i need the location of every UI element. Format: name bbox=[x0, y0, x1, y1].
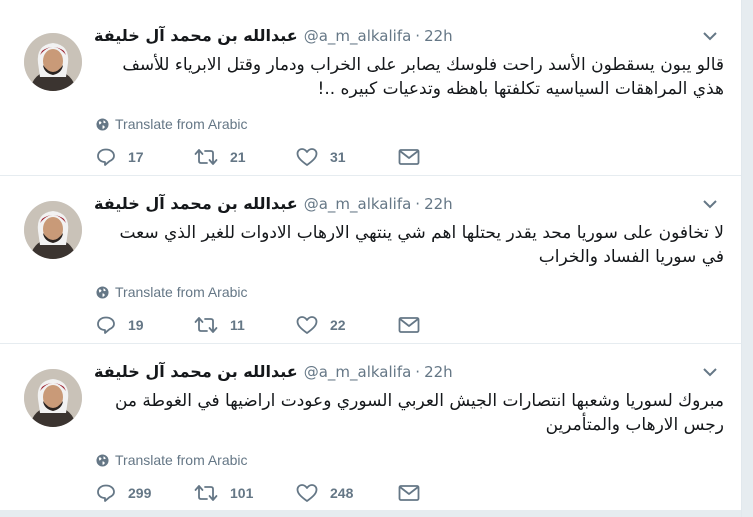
like-button[interactable]: 248 bbox=[296, 481, 353, 505]
retweet-count: 101 bbox=[230, 485, 254, 501]
avatar-image bbox=[24, 33, 82, 91]
author-handle[interactable]: @a_m_alkalifa bbox=[304, 27, 412, 45]
reply-button[interactable]: 299 bbox=[96, 481, 151, 505]
reply-icon bbox=[97, 316, 115, 334]
author-handle[interactable]: @a_m_alkalifa bbox=[304, 363, 412, 381]
globe-icon bbox=[96, 453, 109, 467]
translate-link[interactable]: Translate from Arabic bbox=[96, 451, 248, 469]
like-count: 22 bbox=[330, 317, 346, 333]
envelope-icon bbox=[398, 485, 420, 501]
timestamp[interactable]: 22h bbox=[424, 363, 453, 381]
tweet-header: عبدالله بن محمد آل خليفة @a_m_alkalifa ·… bbox=[94, 26, 453, 48]
retweet-count: 21 bbox=[230, 149, 246, 165]
author-name[interactable]: عبدالله بن محمد آل خليفة bbox=[94, 362, 298, 381]
direct-message-button[interactable] bbox=[398, 145, 432, 169]
tweet[interactable]: عبدالله بن محمد آل خليفة @a_m_alkalifa ·… bbox=[0, 345, 741, 512]
tweet-header: عبدالله بن محمد آل خليفة @a_m_alkalifa ·… bbox=[94, 362, 453, 384]
separator: · bbox=[415, 195, 421, 213]
direct-message-button[interactable] bbox=[398, 481, 432, 505]
reply-icon bbox=[97, 148, 115, 166]
chevron-down-icon[interactable] bbox=[703, 367, 717, 377]
reply-button[interactable]: 19 bbox=[96, 313, 144, 337]
retweet-button[interactable]: 101 bbox=[194, 481, 253, 505]
like-count: 31 bbox=[330, 149, 346, 165]
retweet-button[interactable]: 21 bbox=[194, 145, 246, 169]
chevron-down-icon[interactable] bbox=[703, 199, 717, 209]
retweet-icon bbox=[194, 317, 218, 333]
globe-icon bbox=[96, 117, 109, 131]
tweet[interactable]: عبدالله بن محمد آل خليفة @a_m_alkalifa ·… bbox=[0, 177, 741, 344]
reply-count: 299 bbox=[128, 485, 152, 501]
avatar[interactable] bbox=[24, 201, 82, 259]
timeline-gap bbox=[0, 510, 741, 517]
avatar[interactable] bbox=[24, 369, 82, 427]
heart-icon bbox=[296, 148, 318, 166]
translate-link[interactable]: Translate from Arabic bbox=[96, 283, 248, 301]
envelope-icon bbox=[398, 149, 420, 165]
avatar-image bbox=[24, 369, 82, 427]
tweet[interactable]: عبدالله بن محمد آل خليفة @a_m_alkalifa ·… bbox=[0, 9, 741, 176]
chevron-down-icon[interactable] bbox=[703, 31, 717, 41]
heart-icon bbox=[296, 316, 318, 334]
globe-icon bbox=[96, 285, 109, 299]
tweet-text: مبروك لسوريا وشعبها انتصارات الجيش العرب… bbox=[114, 391, 724, 435]
retweet-icon bbox=[194, 485, 218, 501]
like-button[interactable]: 22 bbox=[296, 313, 346, 337]
translate-label: Translate from Arabic bbox=[115, 116, 248, 132]
heart-icon bbox=[296, 484, 318, 502]
envelope-icon bbox=[398, 317, 420, 333]
tweet-actions: 19 11 22 bbox=[96, 313, 436, 337]
tweet-actions: 299 101 248 bbox=[96, 481, 436, 505]
reply-count: 19 bbox=[128, 317, 144, 333]
translate-link[interactable]: Translate from Arabic bbox=[96, 115, 248, 133]
tweet-actions: 17 21 31 bbox=[96, 145, 436, 169]
separator: · bbox=[415, 363, 421, 381]
retweet-button[interactable]: 11 bbox=[194, 313, 245, 337]
like-button[interactable]: 31 bbox=[296, 145, 346, 169]
timestamp[interactable]: 22h bbox=[424, 27, 453, 45]
tweet-header: عبدالله بن محمد آل خليفة @a_m_alkalifa ·… bbox=[94, 194, 453, 216]
author-handle[interactable]: @a_m_alkalifa bbox=[304, 195, 412, 213]
reply-button[interactable]: 17 bbox=[96, 145, 144, 169]
direct-message-button[interactable] bbox=[398, 313, 432, 337]
translate-label: Translate from Arabic bbox=[115, 452, 248, 468]
retweet-icon bbox=[194, 149, 218, 165]
reply-count: 17 bbox=[128, 149, 144, 165]
avatar-image bbox=[24, 201, 82, 259]
timestamp[interactable]: 22h bbox=[424, 195, 453, 213]
translate-label: Translate from Arabic bbox=[115, 284, 248, 300]
tweet-text: قالو يبون يسقطون الأسد راحت فلوسك يصابر … bbox=[122, 55, 724, 99]
separator: · bbox=[415, 27, 421, 45]
retweet-count: 11 bbox=[230, 317, 245, 333]
author-name[interactable]: عبدالله بن محمد آل خليفة bbox=[94, 26, 298, 45]
reply-icon bbox=[97, 484, 115, 502]
like-count: 248 bbox=[330, 485, 354, 501]
author-name[interactable]: عبدالله بن محمد آل خليفة bbox=[94, 194, 298, 213]
avatar[interactable] bbox=[24, 33, 82, 91]
timeline: عبدالله بن محمد آل خليفة @a_m_alkalifa ·… bbox=[0, 0, 742, 517]
tweet-text: لا تخافون على سوريا محد يقدر يحتلها اهم … bbox=[119, 223, 724, 267]
